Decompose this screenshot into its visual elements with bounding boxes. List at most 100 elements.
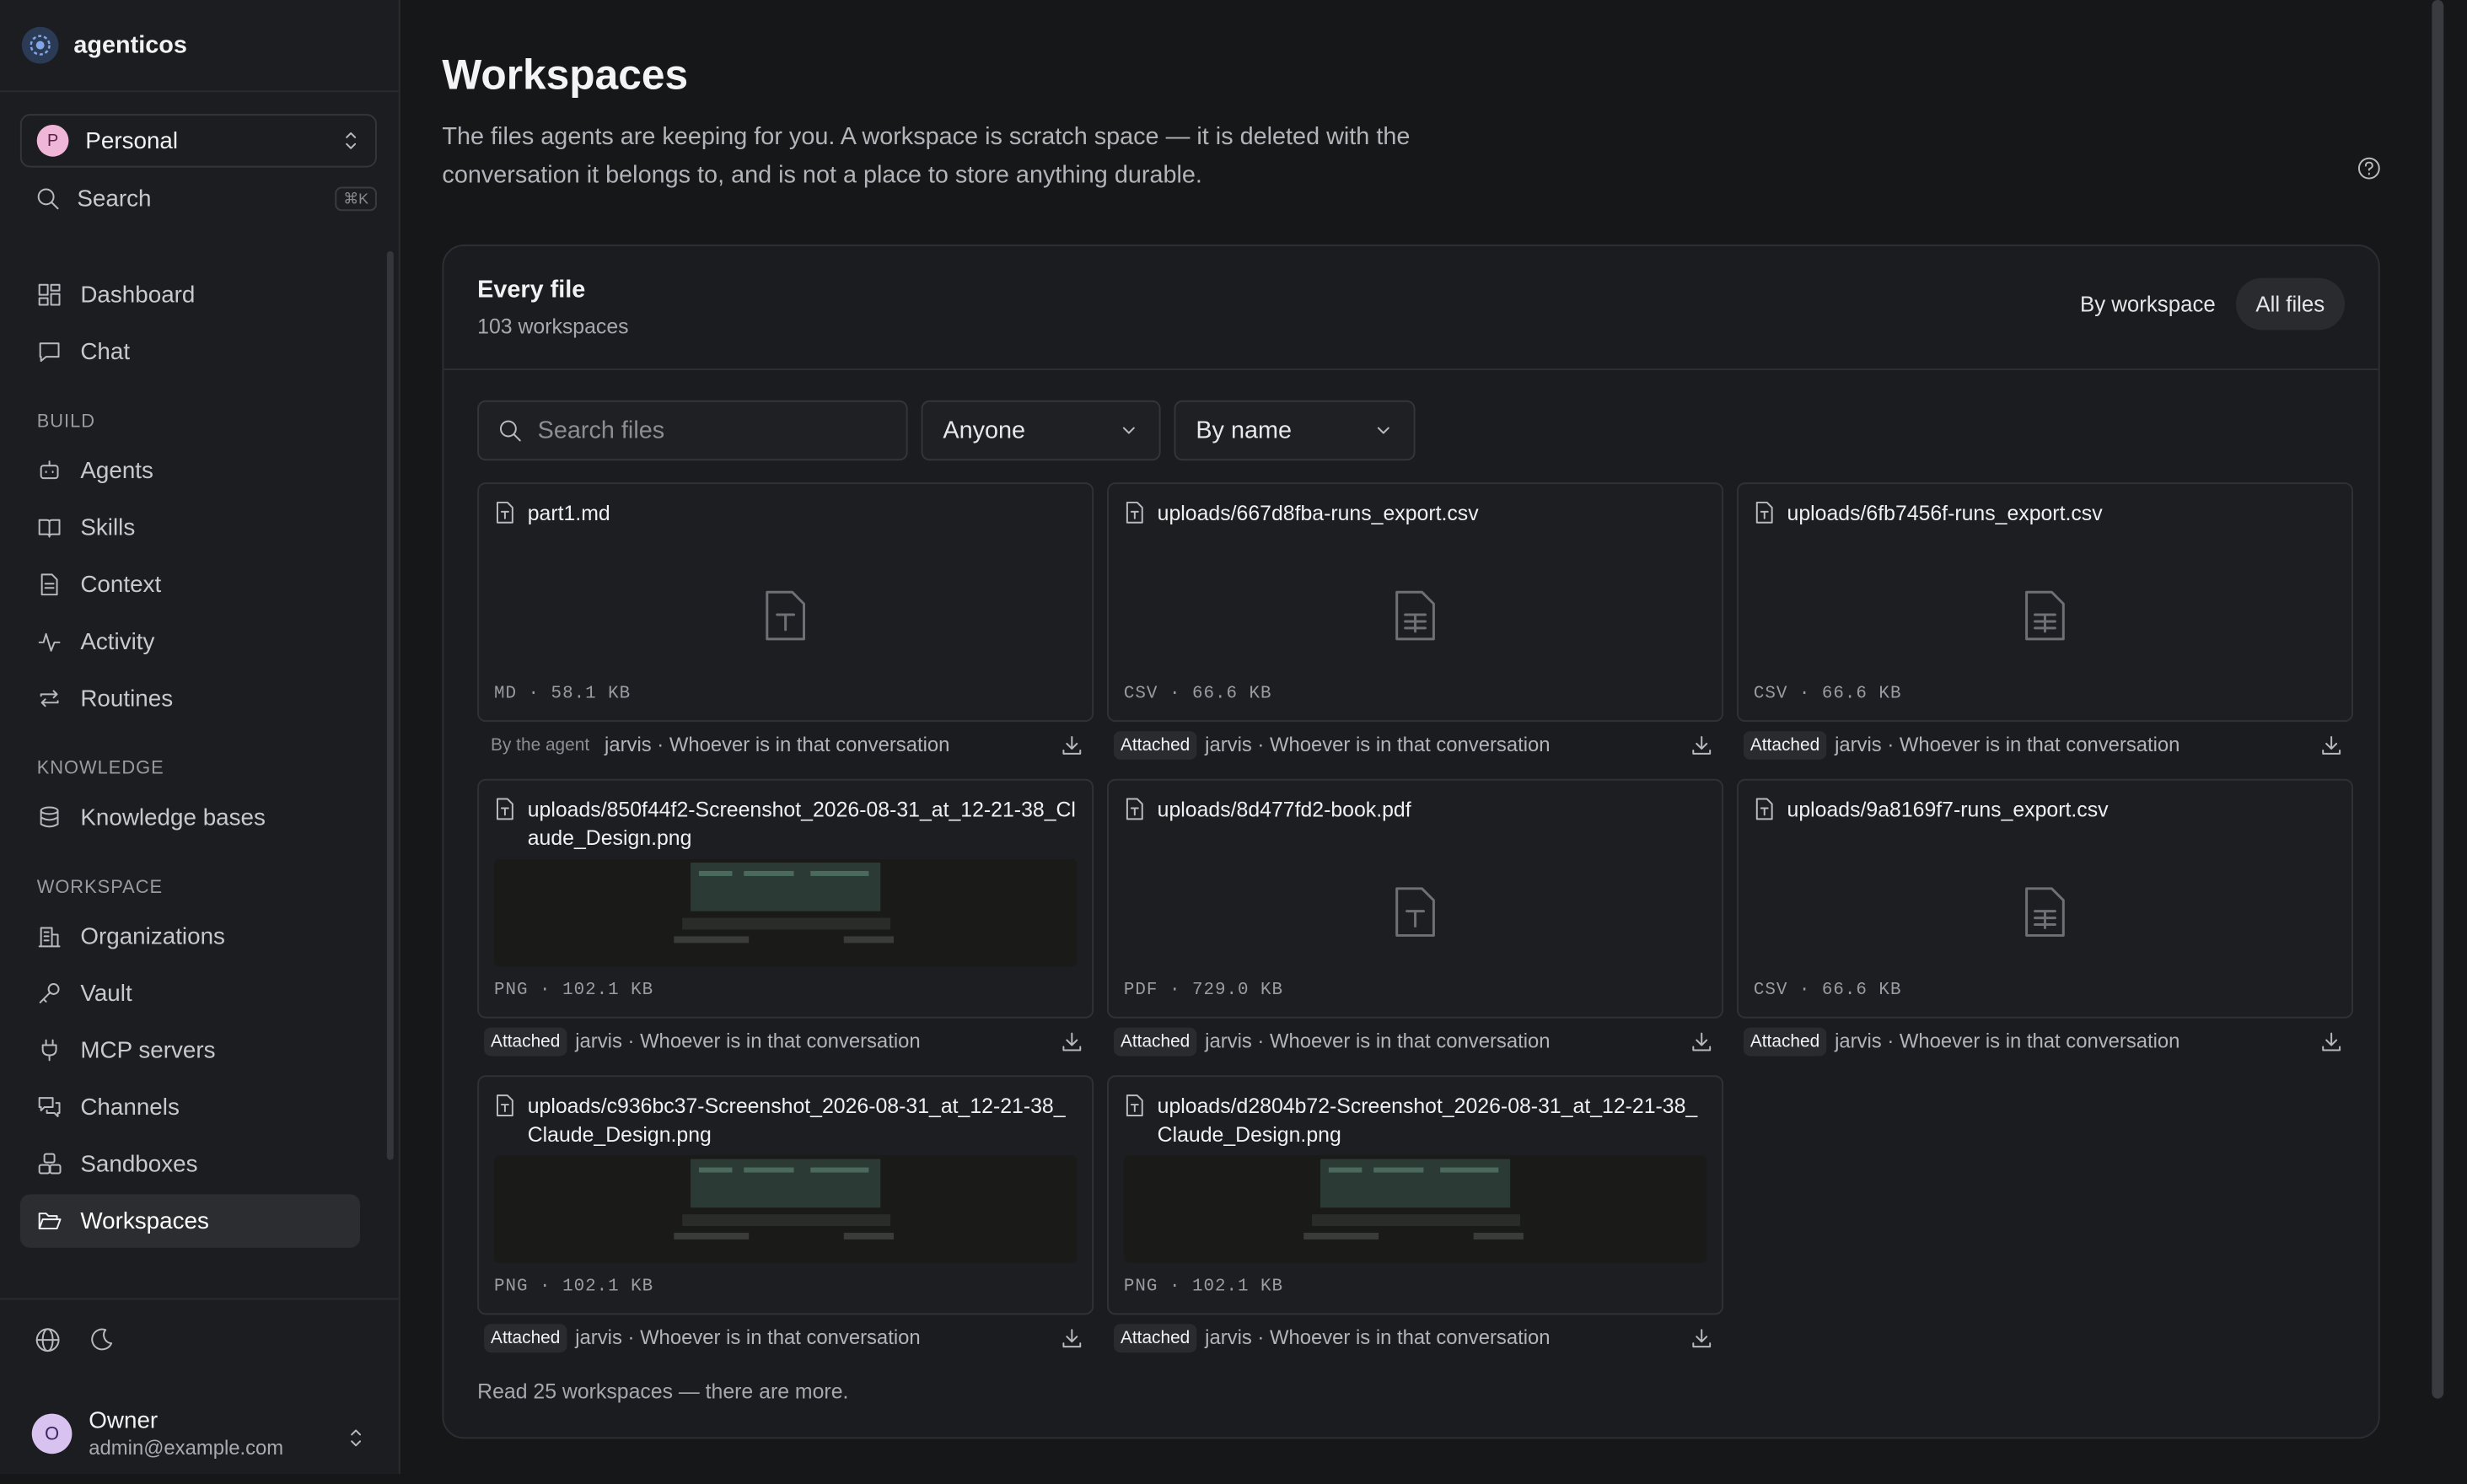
owner-filter-select[interactable]: Anyone <box>921 400 1161 461</box>
file-icon <box>494 1094 516 1121</box>
app-logo-icon <box>21 26 59 64</box>
file-tile[interactable]: uploads/9a8169f7-runs_export.csv CSV · 6… <box>1736 778 2353 1019</box>
file-tile[interactable]: uploads/667d8fba-runs_export.csv CSV · 6… <box>1107 482 1724 723</box>
globe-icon[interactable] <box>34 1325 62 1358</box>
sidebar-item-knowledge-bases[interactable]: Knowledge bases <box>20 791 360 845</box>
file-tile[interactable]: uploads/c936bc37-Screenshot_2026-08-31_a… <box>477 1075 1094 1315</box>
source-badge: Attached <box>1113 731 1197 760</box>
source-badge: By the agent <box>491 735 590 755</box>
file-owner-access: jarvis · Whoever is in that conversation <box>1205 1030 1551 1053</box>
file-meta: CSV · 66.6 KB <box>1123 684 1272 704</box>
file-name: uploads/d2804b72-Screenshot_2026-08-31_a… <box>1157 1094 1698 1147</box>
text-file-icon <box>762 589 809 646</box>
file-card[interactable]: uploads/8d477fd2-book.pdf PDF · 729.0 KB… <box>1107 778 1724 1066</box>
sidebar-item-agents[interactable]: Agents <box>20 444 360 497</box>
download-icon[interactable] <box>1690 1030 1713 1058</box>
chevron-up-down-icon[interactable] <box>347 1425 365 1450</box>
source-badge: Attached <box>1743 1027 1827 1057</box>
database-icon <box>40 806 59 828</box>
view-toggle: By workspace All files <box>2060 277 2346 331</box>
sidebar-footer: O Owner admin@example.com <box>0 1298 399 1484</box>
user-email: admin@example.com <box>89 1437 284 1460</box>
file-icon <box>494 501 516 529</box>
file-owner-access: jarvis · Whoever is in that conversation <box>1835 734 2180 756</box>
file-card[interactable]: part1.md MD · 58.1 KB By the agent jarvi… <box>477 482 1094 769</box>
sidebar-item-skills[interactable]: Skills <box>20 501 360 555</box>
app-name: agenticos <box>73 31 187 59</box>
file-footer: Attached jarvis · Whoever is in that con… <box>477 1019 1094 1066</box>
by-workspace-tab[interactable]: By workspace <box>2060 278 2235 331</box>
sidebar-search[interactable]: Search ⌘K <box>22 173 377 225</box>
file-name: uploads/9a8169f7-runs_export.csv <box>1787 798 2109 822</box>
file-owner-access: jarvis · Whoever is in that conversation <box>575 1030 921 1053</box>
download-icon[interactable] <box>2319 1030 2343 1058</box>
spreadsheet-file-icon <box>1392 589 1439 646</box>
key-icon <box>39 983 60 1003</box>
search-files-input[interactable]: Search files <box>477 400 908 461</box>
sidebar-item-channels[interactable]: Channels <box>20 1080 360 1134</box>
image-thumbnail <box>1123 1155 1707 1263</box>
file-meta: CSV · 66.6 KB <box>1753 981 1902 1000</box>
sidebar-item-chat[interactable]: Chat <box>20 325 360 379</box>
sidebar-item-routines[interactable]: Routines <box>20 672 360 726</box>
search-placeholder: Search files <box>537 417 665 444</box>
user-menu[interactable]: O Owner admin@example.com <box>0 1384 399 1484</box>
brand[interactable]: agenticos <box>0 0 399 93</box>
all-files-tab[interactable]: All files <box>2235 277 2346 331</box>
sidebar-search-label: Search <box>77 185 152 212</box>
sidebar-item-dashboard[interactable]: Dashboard <box>20 268 360 322</box>
file-card[interactable]: uploads/667d8fba-runs_export.csv CSV · 6… <box>1107 482 1724 769</box>
file-name: uploads/850f44f2-Screenshot_2026-08-31_a… <box>527 798 1076 851</box>
file-card[interactable]: uploads/9a8169f7-runs_export.csv CSV · 6… <box>1736 778 2353 1066</box>
download-icon[interactable] <box>1690 1326 1713 1354</box>
help-icon[interactable] <box>2357 156 2382 181</box>
sidebar-scrollbar[interactable] <box>386 250 394 1160</box>
file-meta: MD · 58.1 KB <box>494 684 632 704</box>
file-tile[interactable]: uploads/d2804b72-Screenshot_2026-08-31_a… <box>1107 1075 1724 1315</box>
file-tile[interactable]: uploads/6fb7456f-runs_export.csv CSV · 6… <box>1736 482 2353 723</box>
moon-icon[interactable] <box>87 1325 116 1358</box>
main-scrollbar[interactable] <box>2432 0 2444 1399</box>
text-file-icon <box>1392 886 1439 943</box>
page-description: The files agents are keeping for you. A … <box>442 123 1411 189</box>
sidebar-item-activity[interactable]: Activity <box>20 615 360 669</box>
download-icon[interactable] <box>1060 1326 1083 1354</box>
file-card[interactable]: uploads/c936bc37-Screenshot_2026-08-31_a… <box>477 1075 1094 1362</box>
file-footer: Attached jarvis · Whoever is in that con… <box>1737 1019 2353 1066</box>
nav-section-build: BUILD <box>36 410 96 432</box>
file-card[interactable]: uploads/6fb7456f-runs_export.csv CSV · 6… <box>1736 482 2353 769</box>
download-icon[interactable] <box>1690 734 1713 761</box>
plug-icon <box>41 1039 57 1062</box>
sidebar-item-workspaces[interactable]: Workspaces <box>19 1194 361 1248</box>
repeat-icon <box>40 690 59 707</box>
file-footer: By the agent jarvis · Whoever is in that… <box>477 722 1094 769</box>
account-switcher[interactable]: P Personal <box>19 114 377 168</box>
sidebar-nav: Dashboard Chat BUILD Agents Skills Conte… <box>0 268 399 1248</box>
download-icon[interactable] <box>1060 734 1083 761</box>
sort-select[interactable]: By name <box>1174 400 1416 461</box>
file-owner-access: jarvis · Whoever is in that conversation <box>1835 1030 2180 1053</box>
sidebar-item-sandboxes[interactable]: Sandboxes <box>20 1137 360 1191</box>
file-owner-access: jarvis · Whoever is in that conversation <box>1205 1326 1551 1350</box>
filters-bar: Search files Anyone By name <box>477 400 1416 461</box>
main-content: Workspaces The files agents are keeping … <box>400 0 2450 1474</box>
folder-open-icon <box>38 1212 62 1230</box>
file-icon <box>1124 1094 1146 1121</box>
source-badge: Attached <box>1113 1027 1197 1057</box>
file-card[interactable]: uploads/d2804b72-Screenshot_2026-08-31_a… <box>1107 1075 1724 1362</box>
sidebar-item-context[interactable]: Context <box>20 557 360 611</box>
file-tile[interactable]: uploads/8d477fd2-book.pdf PDF · 729.0 KB <box>1107 778 1724 1019</box>
image-thumbnail <box>494 859 1078 967</box>
search-icon <box>499 420 521 442</box>
download-icon[interactable] <box>1060 1030 1083 1058</box>
sidebar-item-organizations[interactable]: Organizations <box>20 910 360 964</box>
download-icon[interactable] <box>2319 734 2343 761</box>
search-shortcut: ⌘K <box>335 186 377 211</box>
sidebar-item-vault[interactable]: Vault <box>20 966 360 1020</box>
spreadsheet-file-icon <box>2022 589 2069 646</box>
file-tile[interactable]: part1.md MD · 58.1 KB <box>477 482 1094 723</box>
file-card[interactable]: uploads/850f44f2-Screenshot_2026-08-31_a… <box>477 778 1094 1066</box>
file-tile[interactable]: uploads/850f44f2-Screenshot_2026-08-31_a… <box>477 778 1094 1019</box>
messages-icon <box>38 1097 61 1117</box>
sidebar-item-mcp-servers[interactable]: MCP servers <box>20 1024 360 1078</box>
